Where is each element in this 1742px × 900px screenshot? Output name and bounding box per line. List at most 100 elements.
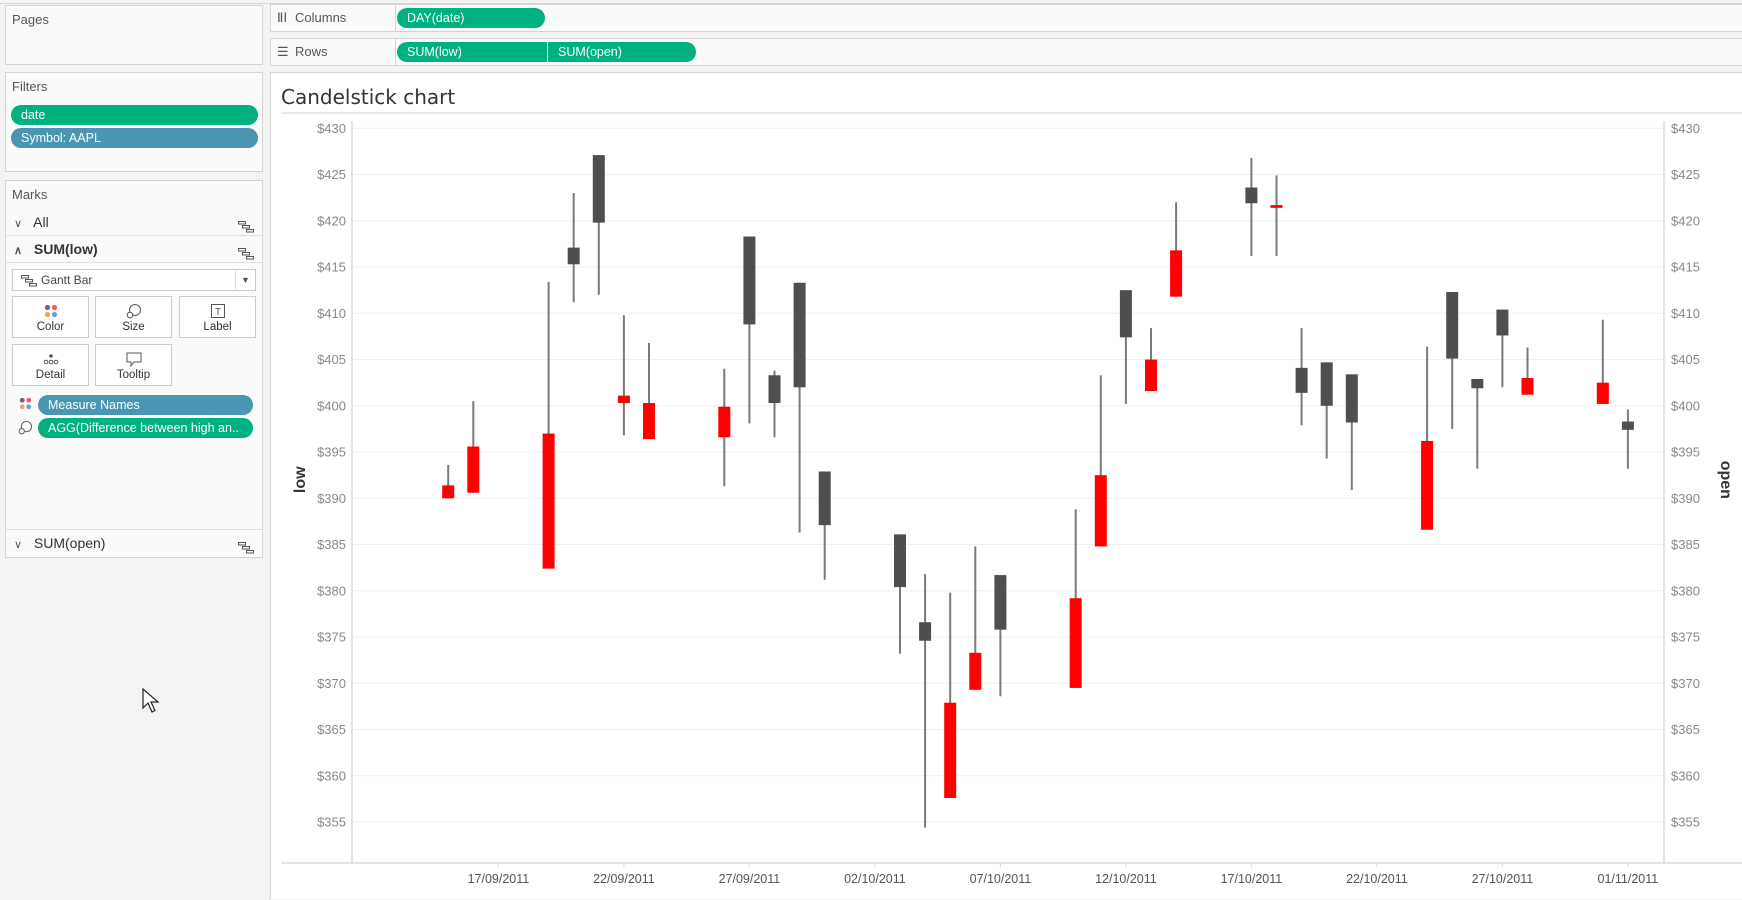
y-tick-label-right: $360	[1671, 768, 1700, 783]
candle	[1596, 319, 1609, 404]
candle-body	[768, 375, 781, 404]
rows-icon: ☰	[277, 44, 289, 59]
y-tick-label-right: $405	[1671, 352, 1700, 367]
candle-body	[1621, 421, 1634, 430]
candle	[643, 342, 655, 440]
candle	[743, 236, 756, 424]
candle-body	[743, 236, 756, 325]
size-button-label: Size	[122, 321, 145, 333]
candle-body	[1421, 440, 1434, 530]
candle-body	[894, 534, 906, 588]
tooltip-icon	[96, 349, 171, 369]
candle	[592, 155, 605, 295]
mark-type-dropdown[interactable]: Gantt Bar ▼	[12, 269, 256, 291]
size-encoding-icon	[18, 420, 33, 440]
detail-button[interactable]: Detail	[12, 344, 89, 386]
candle	[1446, 292, 1459, 429]
y-tick-label-left: $405	[317, 352, 346, 367]
candle-body	[1521, 378, 1534, 395]
candle	[442, 465, 455, 499]
y-tick-label-right: $420	[1671, 213, 1700, 228]
candle-body	[542, 433, 555, 569]
x-tick-label: 27/09/2011	[719, 872, 781, 886]
candle-body	[1496, 309, 1509, 336]
candle-body	[643, 403, 655, 440]
filter-pill-symbol[interactable]: Symbol: AAPL	[11, 128, 258, 148]
candle-body	[1320, 362, 1333, 406]
candle-body	[567, 247, 580, 265]
candle-body	[1094, 475, 1107, 547]
x-tick-label: 27/10/2011	[1472, 872, 1534, 886]
label-button[interactable]: T Label	[179, 296, 256, 338]
candle	[467, 401, 480, 493]
candle	[768, 370, 781, 438]
y-tick-label-right: $390	[1671, 491, 1700, 506]
columns-shelf[interactable]: ⅡⅠ Columns DAY(date)	[270, 4, 1742, 32]
columns-pill-day-date[interactable]: DAY(date)	[397, 8, 545, 28]
color-button[interactable]: Color	[12, 296, 89, 338]
y-tick-label-left: $410	[317, 306, 346, 321]
y-tick-label-right: $365	[1671, 722, 1700, 737]
x-tick-label: 22/10/2011	[1346, 872, 1408, 886]
marks-card-sum-open[interactable]: ∨ SUM(open)	[6, 529, 262, 556]
candle	[944, 592, 957, 798]
candle-body	[1245, 187, 1258, 204]
candle-body	[1119, 290, 1132, 338]
y-tick-label-left: $430	[317, 121, 346, 136]
candle-body	[617, 395, 630, 404]
tooltip-button[interactable]: Tooltip	[95, 344, 172, 386]
label-button-label: Label	[203, 321, 232, 333]
candle-body	[592, 155, 605, 223]
y-axis-title-left: low	[292, 466, 309, 493]
marks-card-sum-low[interactable]: ∧ SUM(low)	[6, 236, 262, 263]
marks-card-all[interactable]: ∨ All	[6, 209, 262, 236]
y-tick-label-left: $395	[317, 445, 346, 460]
candle-body	[1596, 382, 1609, 404]
candle	[1421, 346, 1434, 530]
candle	[969, 546, 982, 690]
pages-panel: Pages	[5, 5, 263, 65]
candle	[894, 534, 906, 654]
candle-body	[1145, 359, 1157, 391]
x-tick-label: 12/10/2011	[1095, 872, 1157, 886]
candle	[1170, 202, 1183, 297]
columns-icon: ⅡⅠ	[277, 10, 288, 25]
candle	[1069, 509, 1082, 688]
y-tick-label-right: $370	[1671, 676, 1700, 691]
candle	[1345, 374, 1358, 490]
color-button-label: Color	[36, 321, 65, 333]
measure-names-pill[interactable]: Measure Names	[38, 395, 253, 415]
candle	[994, 575, 1007, 697]
candle-body	[793, 282, 806, 388]
mark-type-value: Gantt Bar	[41, 273, 93, 287]
y-tick-label-left: $355	[317, 815, 346, 830]
filters-panel: Filters date Symbol: AAPL	[5, 72, 263, 172]
candle	[567, 193, 580, 303]
candle-body	[1170, 250, 1183, 297]
columns-shelf-label: ⅡⅠ Columns	[271, 5, 396, 31]
x-tick-label: 01/11/2011	[1598, 872, 1659, 886]
candle-body	[994, 575, 1007, 630]
x-tick-label: 17/09/2011	[468, 872, 530, 886]
candlestick-chart: $430 $425 $420 $415 $410 $405 $400 $395 $390 $385…	[281, 112, 1742, 886]
dropdown-arrow-icon[interactable]: ▼	[235, 270, 255, 290]
rows-pill-sum-low[interactable]: SUM(low)	[397, 42, 547, 62]
rows-label-text: Rows	[295, 44, 328, 59]
rows-shelf[interactable]: ☰ Rows SUM(low) SUM(open)	[270, 38, 1742, 66]
candle-body	[818, 471, 831, 526]
candle	[1245, 157, 1258, 256]
candle	[718, 368, 731, 487]
filter-pill-date[interactable]: date	[11, 105, 258, 125]
y-tick-label-right: $380	[1671, 583, 1700, 598]
candle	[1145, 328, 1157, 391]
chart-view: Candelstick chart $430 $425 $420 $415 $410 $4…	[270, 72, 1742, 899]
y-tick-label-left: $400	[317, 398, 346, 413]
y-tick-label-left: $365	[317, 722, 346, 737]
rows-pill-sum-open[interactable]: SUM(open)	[548, 42, 696, 62]
size-button[interactable]: Size	[95, 296, 172, 338]
candle-body	[1446, 292, 1459, 359]
y-tick-label-left: $420	[317, 213, 346, 228]
candle-body	[1069, 598, 1082, 688]
gantt-bar-icon	[238, 242, 254, 268]
difference-field-pill[interactable]: AGG(Difference between high an..	[38, 418, 253, 438]
